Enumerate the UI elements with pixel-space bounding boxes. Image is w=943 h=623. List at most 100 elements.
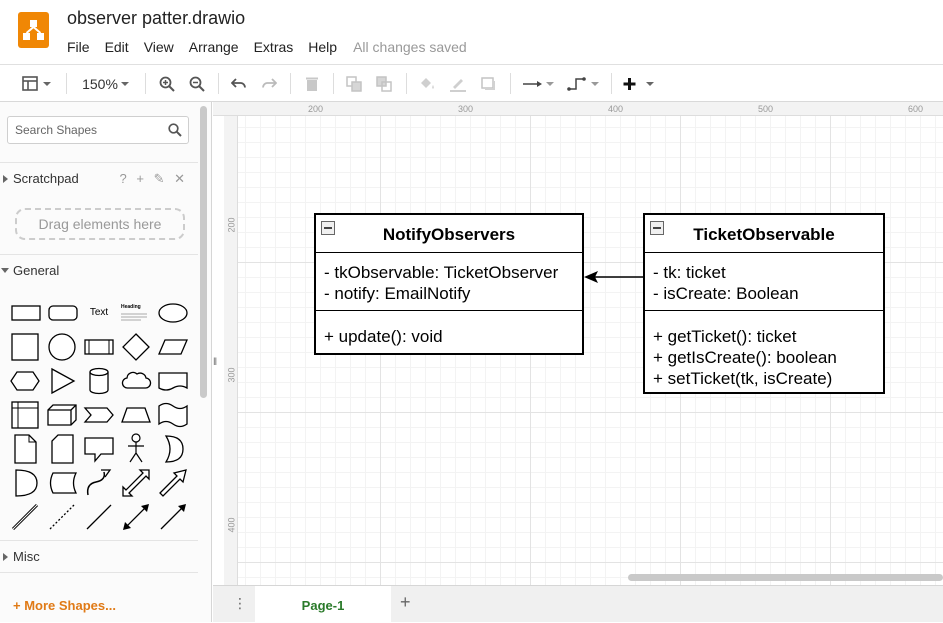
search-input[interactable]: Search Shapes [7,116,189,144]
shape-square[interactable] [8,330,42,364]
menu-arrange[interactable]: Arrange [189,39,239,55]
delete-icon [306,77,318,91]
uml-class-ticketobservable[interactable]: TicketObservable - tk: ticket - isCreate… [643,213,885,394]
sidebar-scrollbar[interactable] [200,106,207,398]
zoom-in-button[interactable] [156,65,178,102]
pages-menu-icon[interactable]: ⋮ [233,595,247,612]
shape-or[interactable] [156,432,190,466]
caret-down-icon [1,268,9,273]
shape-step[interactable] [82,398,116,432]
uml-class-notifyobservers[interactable]: NotifyObservers - tkObservable: TicketOb… [314,213,584,355]
method-row: + getIsCreate(): boolean [653,348,837,367]
add-page-icon[interactable]: + [400,592,411,613]
shape-data-storage[interactable] [45,466,79,500]
shape-thick-line[interactable] [8,500,42,534]
shape-dashed-line[interactable] [45,500,79,534]
to-back-icon [376,75,392,92]
scratchpad-tools[interactable]: ? + ✎ ✕ [120,171,188,187]
misc-header[interactable]: Misc [0,540,198,570]
title-bar: observer patter.drawio File Edit View Ar… [0,0,943,64]
shape-circle[interactable] [45,330,79,364]
shape-heading-textbox[interactable]: Heading [119,296,153,330]
menu-edit[interactable]: Edit [105,39,129,55]
diagram-canvas[interactable]: 200 300 400 500 600 200 300 400 ǁ Notify… [213,102,943,585]
shape-bidirectional-arrow[interactable] [119,466,153,500]
menu-extras[interactable]: Extras [254,39,294,55]
format-panel-button[interactable] [18,65,54,102]
delete-button[interactable] [301,65,323,102]
zoom-in-icon [159,76,175,92]
shape-hexagon[interactable] [8,364,42,398]
redo-button[interactable] [258,65,280,102]
caret-right-icon [3,175,8,183]
shape-double-arrow-line[interactable] [119,500,153,534]
menu-help[interactable]: Help [308,39,337,55]
menu-file[interactable]: File [67,39,90,55]
general-header[interactable]: General [0,254,198,284]
redo-icon [262,77,277,88]
horizontal-scrollbar[interactable] [628,574,943,581]
plus-icon: + [13,598,25,613]
shape-triangle[interactable] [45,364,79,398]
class-name: TicketObservable [693,225,835,244]
scratchpad-drop-zone[interactable]: Drag elements here [15,208,185,240]
method-row: + update(): void [324,327,443,346]
sidebar-divider [0,572,198,581]
text-lines-icon [121,313,147,321]
insert-dropdown[interactable] [620,65,656,102]
shape-note[interactable] [8,432,42,466]
drawio-logo [18,12,49,48]
toolbar-separator [66,73,67,94]
document-title[interactable]: observer patter.drawio [67,8,245,29]
shape-process[interactable] [82,330,116,364]
shape-text[interactable]: Text [82,296,116,330]
toolbar-separator [611,73,612,94]
method-row: + getTicket(): ticket [653,327,797,346]
undo-icon [231,77,246,88]
shape-curved-arrow[interactable] [82,466,116,500]
line-color-button[interactable] [447,65,469,102]
shape-callout[interactable] [82,432,116,466]
shape-ellipse[interactable] [156,296,190,330]
connection-style-dropdown[interactable] [520,65,556,102]
shape-cloud[interactable] [119,364,153,398]
class-methods: + update(): void [316,311,582,347]
shape-card[interactable] [45,432,79,466]
class-header: NotifyObservers [316,215,582,253]
shape-internal-storage[interactable] [8,398,42,432]
shape-parallelogram[interactable] [156,330,190,364]
search-icon[interactable] [168,123,182,137]
shape-cylinder[interactable] [82,364,116,398]
scratchpad-header[interactable]: Scratchpad ? + ✎ ✕ [0,162,198,192]
fill-color-button[interactable] [416,65,438,102]
shape-delay[interactable] [8,466,42,500]
shape-arrow-line[interactable] [156,500,190,534]
toolbar-separator [333,73,334,94]
zoom-dropdown[interactable]: 150% [76,65,136,102]
undo-button[interactable] [228,65,250,102]
more-shapes-button[interactable]: + More Shapes... [13,598,116,613]
menu-view[interactable]: View [144,39,174,55]
shadow-button[interactable] [478,65,500,102]
shape-diamond[interactable] [119,330,153,364]
shape-document[interactable] [156,364,190,398]
page-tabs-bar: ⋮ Page-1 + [213,585,943,623]
format-panel-icon [22,75,51,91]
shape-block-arrow[interactable] [156,466,190,500]
shape-rounded-rectangle[interactable] [45,296,79,330]
to-back-button[interactable] [373,65,395,102]
shape-line[interactable] [82,500,116,534]
to-front-button[interactable] [343,65,365,102]
shape-actor[interactable] [119,432,153,466]
shape-rectangle[interactable] [8,296,42,330]
attribute-row: - tk: ticket [653,263,726,282]
zoom-out-button[interactable] [186,65,208,102]
shape-tape[interactable] [156,398,190,432]
collapse-icon[interactable] [321,221,335,235]
collapse-icon[interactable] [650,221,664,235]
shape-cube[interactable] [45,398,79,432]
shape-trapezoid[interactable] [119,398,153,432]
tab-page-1[interactable]: Page-1 [255,586,391,623]
scratchpad-label: Scratchpad [13,171,79,186]
waypoints-dropdown[interactable] [565,65,601,102]
